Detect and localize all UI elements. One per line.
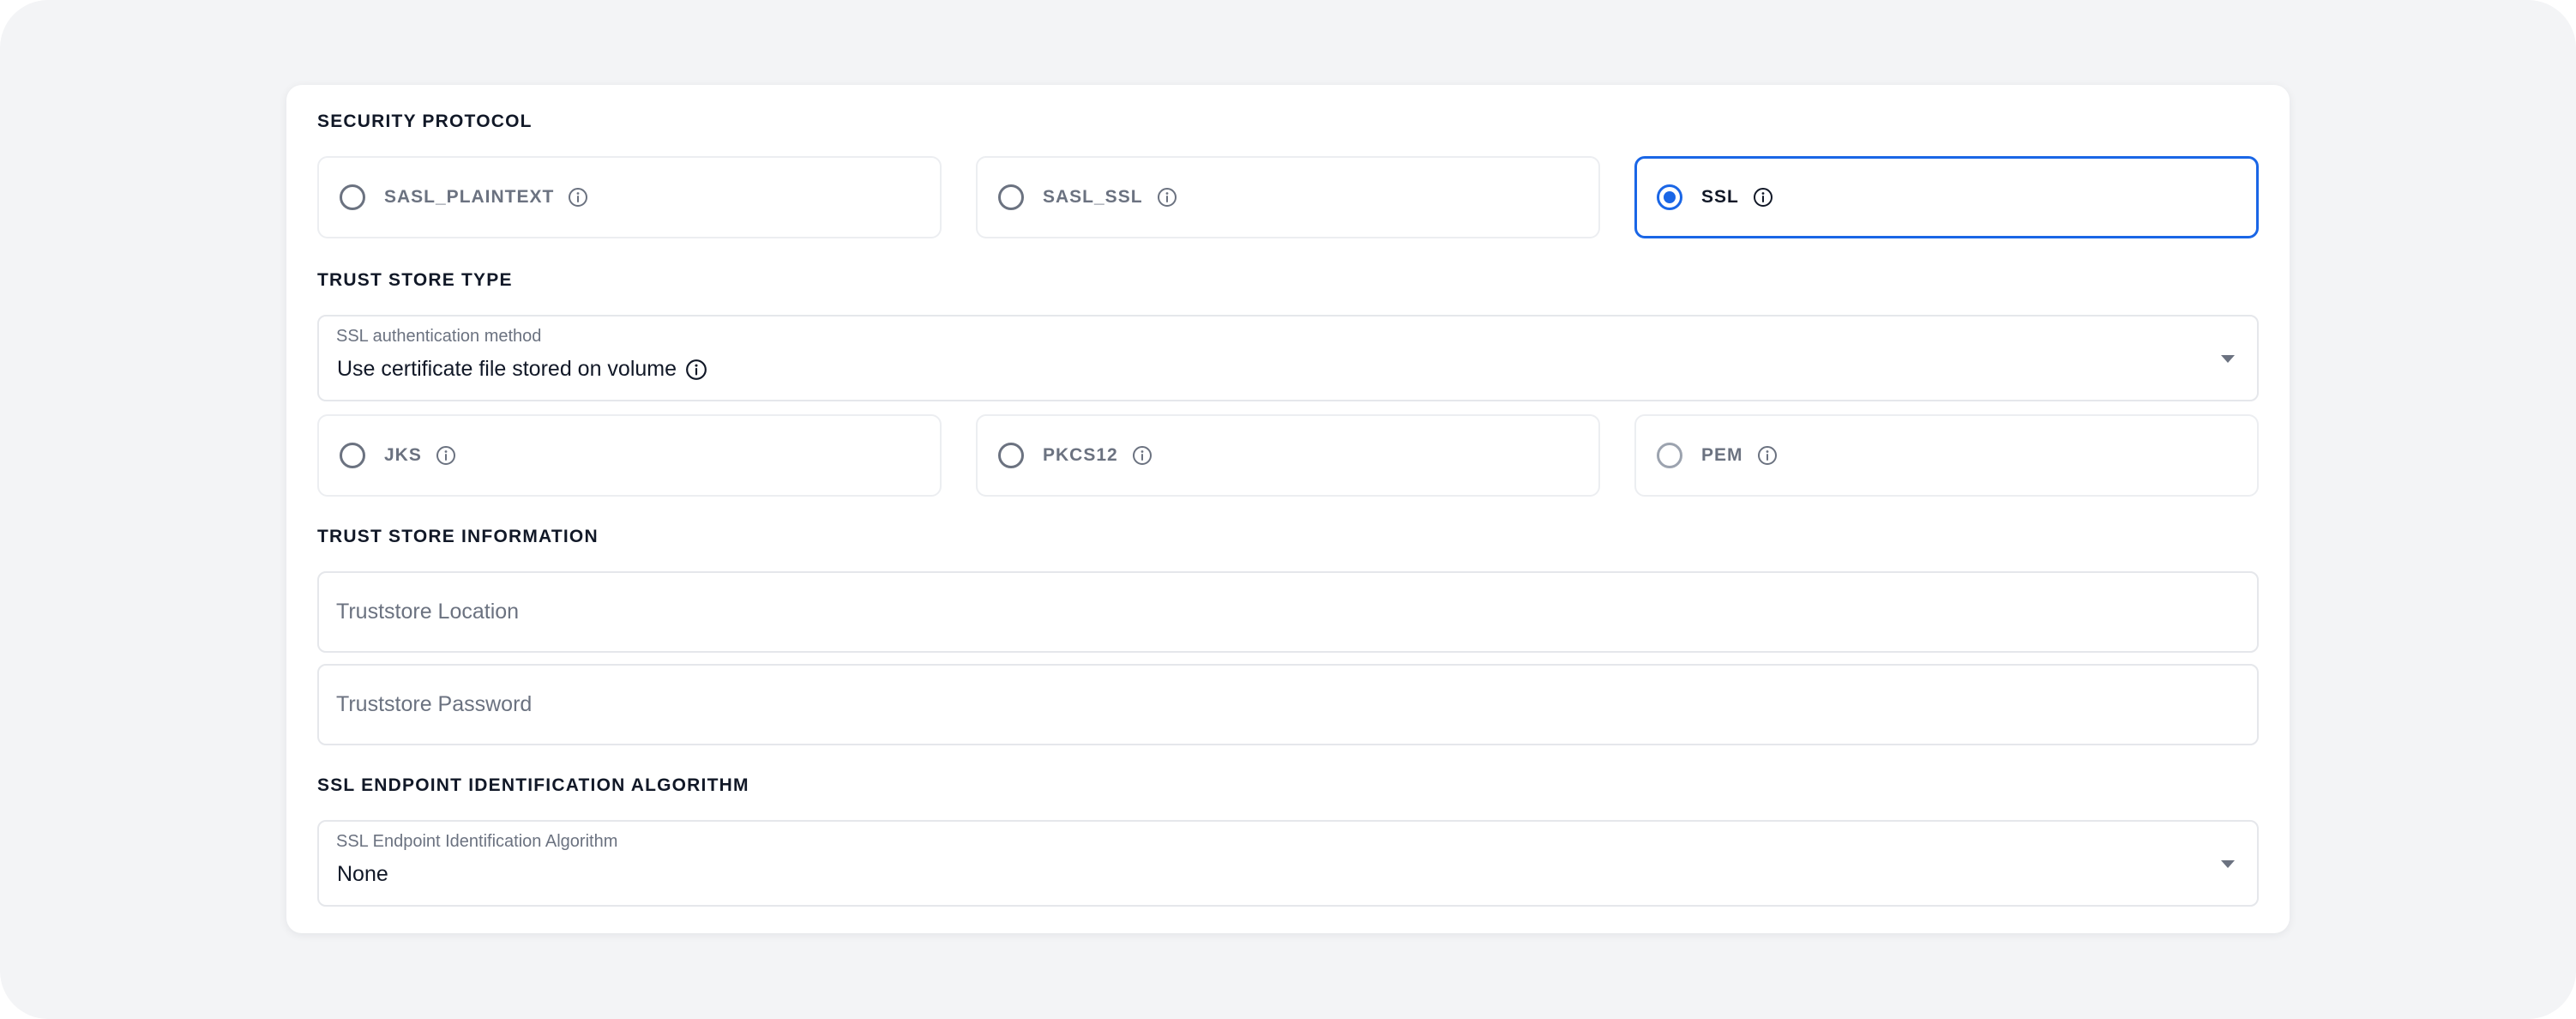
radio-button-selected[interactable]: [1657, 184, 1682, 210]
protocol-option-sasl-ssl[interactable]: SASL_SSL: [976, 156, 1600, 238]
info-icon[interactable]: [568, 187, 588, 208]
ssl-endpoint-algorithm-select[interactable]: SSL Endpoint Identification Algorithm No…: [317, 820, 2259, 907]
info-icon[interactable]: [436, 445, 456, 466]
chevron-down-icon[interactable]: [2221, 355, 2235, 363]
protocol-option-label: SASL_SSL: [1043, 187, 1143, 207]
select-label: SSL Endpoint Identification Algorithm: [336, 832, 618, 851]
trust-store-option-pem[interactable]: PEM: [1634, 414, 2259, 497]
radio-button[interactable]: [340, 184, 365, 210]
select-value-text: Use certificate file stored on volume: [337, 357, 677, 381]
info-icon[interactable]: [1757, 445, 1778, 466]
radio-button[interactable]: [1657, 443, 1682, 468]
trust-store-type-heading: TRUST STORE TYPE: [317, 270, 513, 290]
security-protocol-heading: SECURITY PROTOCOL: [317, 112, 533, 131]
truststore-location-input[interactable]: [317, 571, 2259, 653]
info-icon[interactable]: [1753, 187, 1773, 208]
select-value: Use certificate file stored on volume: [337, 357, 707, 382]
trust-store-option-label: PEM: [1701, 445, 1743, 465]
truststore-password-input[interactable]: [317, 664, 2259, 745]
info-icon[interactable]: [1132, 445, 1153, 466]
radio-button[interactable]: [998, 443, 1024, 468]
info-icon[interactable]: [685, 359, 707, 381]
select-value: None: [337, 862, 388, 887]
trust-store-option-label: PKCS12: [1043, 445, 1118, 465]
trust-store-option-pkcs12[interactable]: PKCS12: [976, 414, 1600, 497]
trust-store-information-heading: TRUST STORE INFORMATION: [317, 527, 599, 546]
chevron-down-icon[interactable]: [2221, 860, 2235, 868]
protocol-option-ssl[interactable]: SSL: [1634, 156, 2259, 238]
protocol-option-sasl-plaintext[interactable]: SASL_PLAINTEXT: [317, 156, 942, 238]
ssl-settings-card: SECURITY PROTOCOL SASL_PLAINTEXT SASL_SS…: [286, 85, 2290, 933]
protocol-option-label: SASL_PLAINTEXT: [384, 187, 555, 207]
radio-button[interactable]: [998, 184, 1024, 210]
trust-store-option-label: JKS: [384, 445, 422, 465]
radio-button[interactable]: [340, 443, 365, 468]
ssl-authentication-method-select[interactable]: SSL authentication method Use certificat…: [317, 315, 2259, 401]
ssl-endpoint-heading: SSL ENDPOINT IDENTIFICATION ALGORITHM: [317, 775, 749, 795]
trust-store-option-jks[interactable]: JKS: [317, 414, 942, 497]
select-label: SSL authentication method: [336, 327, 542, 346]
select-value-text: None: [337, 862, 388, 886]
info-icon[interactable]: [1157, 187, 1177, 208]
protocol-option-label: SSL: [1701, 187, 1739, 207]
